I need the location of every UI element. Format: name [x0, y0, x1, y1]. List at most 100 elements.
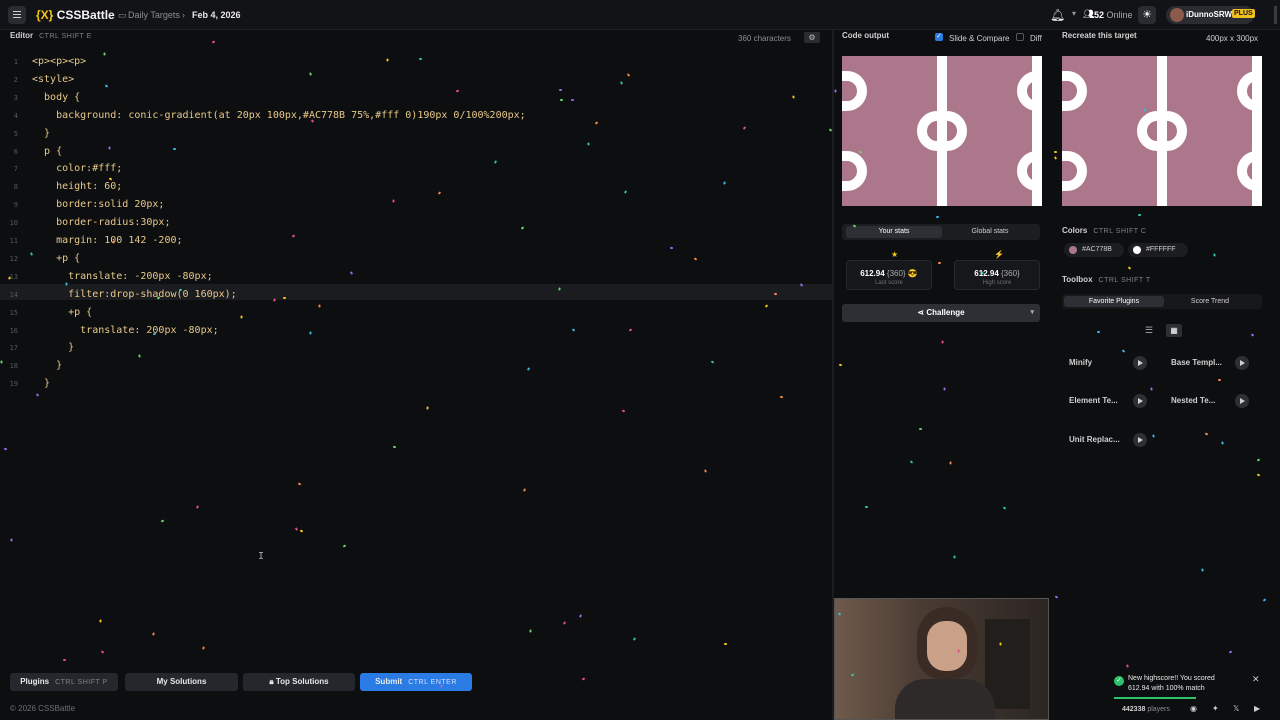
color-swatch-1[interactable]: #AC778B [1064, 243, 1124, 257]
bluesky-icon[interactable]: ✦ [1212, 704, 1219, 713]
editor-title: Editor [10, 31, 34, 40]
confetti-piece [941, 340, 944, 344]
tab-favorite-plugins[interactable]: Favorite Plugins [1064, 296, 1164, 307]
copyright: © 2026 CSSBattle [10, 704, 76, 713]
code-line[interactable]: background: conic-gradient(at 20px 100px… [32, 110, 526, 121]
scrollbar[interactable] [1274, 6, 1277, 24]
code-line[interactable]: } [32, 342, 74, 353]
confetti-piece [1228, 650, 1233, 654]
plugin-element-template[interactable]: Element Te... [1063, 390, 1151, 412]
tab-your-stats[interactable]: Your stats [846, 226, 942, 238]
code-line[interactable]: translate: -200px -80px; [32, 271, 213, 282]
line-number: 5 [13, 129, 18, 138]
play-icon[interactable] [1235, 356, 1249, 370]
code-line[interactable]: body { [32, 92, 80, 103]
confetti-piece [1054, 595, 1059, 599]
play-icon[interactable] [1133, 394, 1147, 408]
target-pattern [1062, 56, 1262, 206]
grid-view-icon[interactable]: ▦ [1166, 324, 1182, 337]
code-editor[interactable]: 1 <p><p><p> 2 <style> 3 body {4 background: … [0, 48, 832, 660]
highscore-toast: ✓ New highscore!! You scored 612.94 with… [1108, 672, 1268, 700]
play-icon[interactable] [1133, 433, 1147, 447]
confetti-piece [309, 331, 312, 335]
line-number: 6 [13, 147, 18, 156]
top-solutions-button[interactable]: 🔒︎ Top Solutions [243, 673, 355, 691]
slide-compare-label: Slide & Compare [949, 34, 1010, 43]
code-line[interactable]: } [32, 378, 50, 389]
confetti-piece [211, 40, 216, 44]
logo[interactable]: {X} CSSBattle [36, 8, 115, 22]
close-icon[interactable]: ✕ [1252, 674, 1260, 685]
theme-toggle-icon[interactable]: ☀ [1138, 6, 1156, 24]
chevron-down-icon[interactable]: ▾ [1030, 304, 1034, 322]
editor-settings-icon[interactable]: ⚙ [804, 32, 820, 43]
tab-global-stats[interactable]: Global stats [942, 226, 1038, 238]
plus-badge: PLUS [1232, 9, 1255, 18]
code-line[interactable]: margin: 100 142 -200; [32, 235, 182, 246]
discord-icon[interactable]: ◉ [1190, 704, 1197, 713]
code-line[interactable]: +p { [32, 253, 80, 264]
code-line[interactable]: } [32, 360, 62, 371]
play-icon[interactable] [1133, 356, 1147, 370]
code-output-preview[interactable] [842, 56, 1042, 206]
color-swatch-2[interactable]: #FFFFFF [1128, 243, 1188, 257]
code-line[interactable]: p { [32, 146, 62, 157]
last-score-card: 612.94 {360} 😎 Last score [846, 260, 932, 290]
output-pattern [842, 56, 1042, 206]
logo-text: CSSBattle [56, 8, 115, 22]
code-line[interactable]: <p><p><p> [32, 56, 86, 67]
colors-header: Colors CTRL SHIFT C [1062, 226, 1147, 235]
x-icon[interactable]: 𝕏 [1233, 704, 1239, 713]
code-line[interactable]: height: 60; [32, 181, 122, 192]
code-line[interactable]: border:solid 20px; [32, 199, 164, 210]
line-number: 11 [9, 237, 18, 245]
code-line[interactable]: translate: 200px -80px; [32, 325, 218, 336]
code-line[interactable]: border-radius:30px; [32, 217, 170, 228]
plugin-nested-template[interactable]: Nested Te... [1165, 390, 1253, 412]
confetti-piece [1250, 333, 1255, 337]
challenge-button[interactable]: ⋖ Challenge ▾ [842, 304, 1040, 322]
submit-button[interactable]: Submit CTRL ENTER [360, 673, 472, 691]
target-image[interactable] [1062, 56, 1262, 206]
char-count: 360 characters [738, 34, 791, 43]
person-face [927, 621, 967, 671]
plugins-button[interactable]: Plugins CTRL SHIFT P [10, 673, 118, 691]
breadcrumb-daily-targets[interactable]: Daily Targets [128, 10, 180, 20]
line-number: 14 [9, 290, 18, 299]
plugin-base-template[interactable]: Base Templ... [1165, 352, 1253, 374]
chevron-down-icon[interactable]: ▾ [1072, 9, 1076, 18]
confetti-piece [864, 505, 869, 509]
slide-compare-checkbox[interactable]: ✓ [935, 33, 943, 41]
confetti-piece [0, 360, 3, 364]
diff-checkbox[interactable] [1016, 33, 1024, 41]
chevron-right-icon: › [182, 10, 185, 20]
last-score: 612.94 [860, 269, 885, 278]
plugin-unit-replace[interactable]: Unit Replac... [1063, 429, 1151, 451]
confetti-piece [282, 296, 287, 300]
target-size: 400px x 300px [1206, 34, 1259, 43]
code-line[interactable]: <style> [32, 74, 74, 85]
code-line[interactable]: filter:drop-shadow(0 160px); [32, 289, 237, 300]
confetti-piece [1256, 473, 1261, 477]
lock-icon: 🔒︎ [269, 677, 274, 686]
youtube-icon[interactable]: ▶ [1254, 704, 1260, 713]
bell-icon[interactable]: 🔔︎ [1050, 8, 1065, 22]
my-solutions-button[interactable]: My Solutions [125, 673, 238, 691]
list-view-icon[interactable]: ☰ [1145, 325, 1153, 336]
confetti-piece [1126, 664, 1129, 668]
line-number: 18 [9, 362, 18, 371]
play-icon[interactable] [1235, 394, 1249, 408]
line-number: 16 [9, 326, 18, 335]
toolbox-tabs: Favorite Plugins Score Trend [1062, 294, 1262, 309]
avatar[interactable] [1170, 8, 1184, 22]
last-score-label: Last score [875, 280, 903, 286]
code-line[interactable]: +p { [32, 307, 92, 318]
line-number: 1 [13, 58, 18, 66]
plugin-minify[interactable]: Minify [1063, 352, 1151, 374]
menu-icon[interactable] [8, 6, 26, 24]
high-score-card: 612.94 {360} High score [954, 260, 1040, 290]
code-line[interactable]: color:#fff; [32, 163, 122, 174]
code-line[interactable]: } [32, 128, 50, 139]
line-number: 2 [13, 75, 18, 84]
tab-score-trend[interactable]: Score Trend [1162, 296, 1258, 307]
